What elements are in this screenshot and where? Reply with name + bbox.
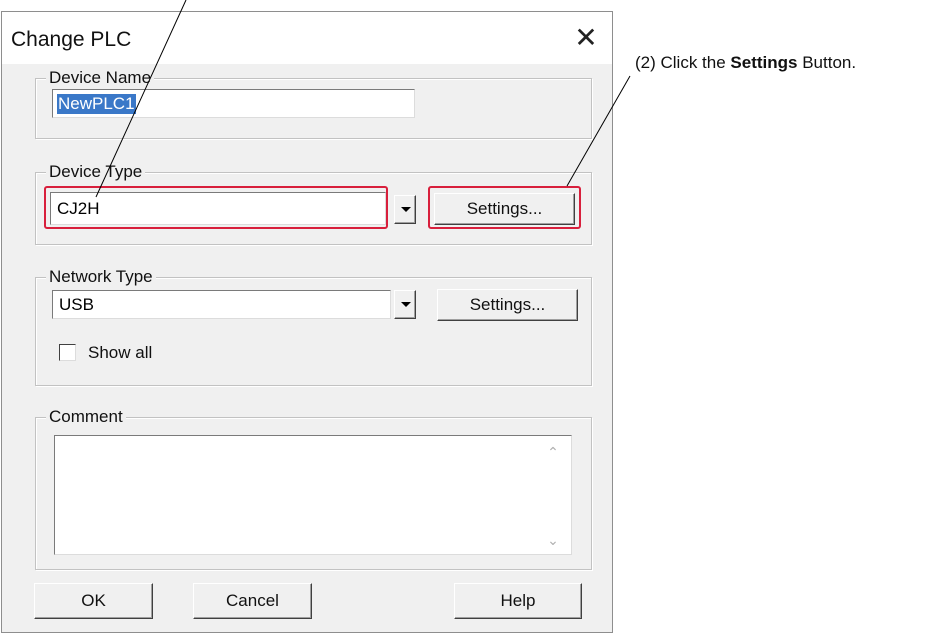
comment-label: Comment [46,406,126,428]
callout-suffix: Button. [797,53,857,72]
title-bar: Change PLC ✕ [2,12,612,64]
network-type-settings-button[interactable]: Settings... [437,289,578,321]
chevron-down-icon[interactable] [394,290,416,319]
device-name-label: Device Name [46,67,155,89]
device-type-label: Device Type [46,161,146,183]
callout-prefix: (2) Click the [635,53,731,72]
device-name-value: NewPLC1 [57,94,136,114]
scroll-down-icon[interactable]: ⌄ [545,532,561,548]
scroll-up-icon[interactable]: ⌃ [545,444,561,460]
network-type-value: USB [59,295,94,314]
chevron-down-icon[interactable] [394,195,416,224]
network-type-combo[interactable]: USB [52,290,391,319]
settings-callout: (2) Click the Settings Button. [635,53,856,73]
dialog-title: Change PLC [11,28,132,51]
help-button[interactable]: Help [454,583,582,619]
settings-highlight [428,186,581,229]
close-icon[interactable]: ✕ [566,20,606,56]
device-type-highlight [44,186,388,229]
network-type-label: Network Type [46,266,156,288]
callout-bold: Settings [730,53,798,72]
device-name-field[interactable]: NewPLC1 [52,89,415,118]
ok-button[interactable]: OK [34,583,153,619]
show-all-label: Show all [88,343,153,362]
show-all-checkbox[interactable] [59,344,76,361]
change-plc-dialog: Change PLC ✕ Device Name NewPLC1 Device … [1,11,613,633]
cancel-button[interactable]: Cancel [193,583,312,619]
comment-textarea[interactable]: ⌃ ⌄ [54,435,572,555]
